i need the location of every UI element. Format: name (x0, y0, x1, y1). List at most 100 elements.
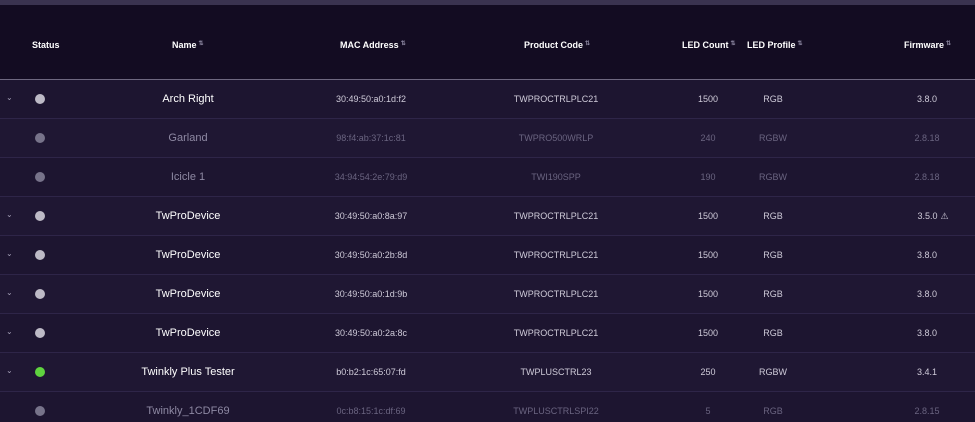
cell-mac: 30:49:50:a0:2b:8d (334, 250, 408, 260)
table-row[interactable]: Icicle 1 34:94:54:2e:79:d9 TWI190SPP 190 RGB… (0, 158, 975, 197)
column-header-mac[interactable]: MAC Address ⇅ (340, 37, 406, 53)
cell-firmware: 3.8.0 (917, 236, 937, 274)
cell-led-profile: RGB (763, 250, 783, 260)
cell-product: TWPROCTRLPLC21 (513, 211, 599, 221)
status-indicator (35, 406, 45, 416)
chevron-down-icon[interactable]: ⌄ (6, 275, 13, 313)
cell-led-count: 1500 (697, 94, 719, 104)
cell-led-count: 240 (700, 133, 716, 143)
cell-name: TwProDevice (155, 249, 221, 261)
cell-firmware: 3.8.0 (917, 275, 937, 313)
firmware-version: 3.5.0 (917, 211, 938, 221)
firmware-version: 3.8.0 (916, 328, 938, 338)
firmware-version: 3.4.1 (916, 367, 938, 377)
table-row[interactable]: ⌄ TwProDevice 30:49:50:a0:2b:8d TWPROCTRLPL… (0, 236, 975, 275)
chevron-down-icon[interactable]: ⌄ (6, 236, 13, 274)
chevron-down-icon[interactable]: ⌄ (6, 353, 13, 391)
cell-product: TWPROCTRLPLC21 (513, 328, 599, 338)
column-header-led-profile[interactable]: LED Profile ⇅ (747, 37, 803, 53)
cell-led-profile: RGBW (759, 133, 787, 143)
firmware-version: 3.8.0 (916, 289, 938, 299)
cell-name: Garland (168, 132, 208, 144)
column-header-firmware[interactable]: Firmware ⇅ (904, 37, 951, 53)
cell-name: Icicle 1 (170, 171, 206, 183)
column-header-status[interactable]: Status (32, 37, 60, 53)
cell-product: TWPROCTRLPLC21 (513, 289, 599, 299)
warning-icon[interactable]: ⚠ (940, 211, 948, 221)
status-indicator (35, 172, 45, 182)
status-indicator (35, 94, 45, 104)
sort-icon[interactable]: ⇅ (798, 41, 803, 47)
table-row[interactable]: Garland 98:f4:ab:37:1c:81 TWPRO500WRLP 240 R… (0, 119, 975, 158)
cell-product: TWPROCTRLPLC21 (513, 94, 599, 104)
cell-firmware: 2.8.18 (914, 158, 939, 196)
column-header-name[interactable]: Name ⇅ (172, 37, 204, 53)
device-table-body: ⌄ Arch Right 30:49:50:a0:1d:f2 TWPROCTRLPLC… (0, 80, 975, 422)
cell-mac: 30:49:50:a0:1d:9b (334, 289, 408, 299)
cell-led-profile: RGB (763, 94, 783, 104)
firmware-version: 2.8.18 (914, 172, 940, 182)
cell-led-count: 1500 (697, 289, 719, 299)
cell-name: Arch Right (162, 93, 214, 105)
cell-product: TWPRO500WRLP (518, 133, 594, 143)
table-row[interactable]: ⌄ Twinkly Plus Tester b0:b2:1c:65:07:fd TWP… (0, 353, 975, 392)
column-header-led-profile-label: LED Profile (747, 40, 796, 50)
firmware-version: 2.8.15 (914, 406, 940, 416)
cell-product: TWPLUSCTRLSPI22 (513, 406, 599, 416)
cell-name: TwProDevice (155, 210, 221, 222)
chevron-down-icon[interactable]: ⌄ (6, 80, 13, 118)
sort-icon[interactable]: ⇅ (585, 41, 590, 47)
cell-led-profile: RGB (763, 211, 783, 221)
cell-firmware: 3.5.0 ⚠ (917, 197, 948, 235)
cell-mac: 0c:b8:15:1c:df:69 (336, 406, 406, 416)
cell-led-count: 250 (700, 367, 716, 377)
cell-led-profile: RGBW (759, 367, 787, 377)
table-row[interactable]: ⌄ Arch Right 30:49:50:a0:1d:f2 TWPROCTRLPLC… (0, 80, 975, 119)
status-indicator (35, 367, 45, 377)
cell-led-profile: RGBW (759, 172, 787, 182)
cell-mac: 30:49:50:a0:1d:f2 (335, 94, 407, 104)
status-indicator (35, 250, 45, 260)
cell-led-count: 190 (700, 172, 716, 182)
cell-name: TwProDevice (155, 327, 221, 339)
sort-icon[interactable]: ⇅ (199, 41, 204, 47)
cell-mac: 30:49:50:a0:2a:8c (334, 328, 408, 338)
column-header-mac-label: MAC Address (340, 40, 399, 50)
cell-led-count: 1500 (697, 211, 719, 221)
sort-icon[interactable]: ⇅ (946, 41, 951, 47)
firmware-version: 2.8.18 (914, 133, 940, 143)
cell-mac: 98:f4:ab:37:1c:81 (336, 133, 406, 143)
table-row[interactable]: ⌄ TwProDevice 30:49:50:a0:8a:97 TWPROCTRLPL… (0, 197, 975, 236)
cell-led-count: 1500 (697, 250, 719, 260)
cell-product: TWPROCTRLPLC21 (513, 250, 599, 260)
cell-mac: 34:94:54:2e:79:d9 (334, 172, 408, 182)
cell-name: Twinkly_1CDF69 (146, 405, 230, 417)
status-indicator (35, 289, 45, 299)
cell-mac: b0:b2:1c:65:07:fd (336, 367, 406, 377)
cell-led-profile: RGB (763, 328, 783, 338)
column-header-product-label: Product Code (524, 40, 584, 50)
cell-led-profile: RGB (763, 289, 783, 299)
table-row[interactable]: ⌄ TwProDevice 30:49:50:a0:2a:8c TWPROCTRLPL… (0, 314, 975, 353)
cell-firmware: 3.4.1 (917, 353, 937, 391)
column-header-product[interactable]: Product Code ⇅ (524, 37, 590, 53)
sort-icon[interactable]: ⇅ (731, 41, 736, 47)
cell-led-count: 1500 (697, 328, 719, 338)
cell-firmware: 2.8.15 (914, 392, 939, 422)
cell-firmware: 3.8.0 (917, 80, 937, 118)
cell-product: TWI190SPP (531, 172, 581, 182)
cell-name: Twinkly Plus Tester (141, 366, 235, 378)
chevron-down-icon[interactable]: ⌄ (6, 314, 13, 352)
column-header-status-label: Status (32, 40, 60, 50)
cell-name: TwProDevice (155, 288, 221, 300)
column-header-led-count-label: LED Count (682, 40, 729, 50)
status-indicator (35, 328, 45, 338)
column-header-firmware-label: Firmware (904, 40, 945, 50)
table-row[interactable]: Twinkly_1CDF69 0c:b8:15:1c:df:69 TWPLUSCTR… (0, 392, 975, 422)
chevron-down-icon[interactable]: ⌄ (6, 197, 13, 235)
column-header-led-count[interactable]: LED Count ⇅ (682, 37, 736, 53)
table-row[interactable]: ⌄ TwProDevice 30:49:50:a0:1d:9b TWPROCTRLPL… (0, 275, 975, 314)
table-header: Status Name ⇅ MAC Address ⇅ Product Code ⇅ … (0, 5, 975, 80)
cell-led-count: 5 (705, 406, 711, 416)
sort-icon[interactable]: ⇅ (401, 41, 406, 47)
